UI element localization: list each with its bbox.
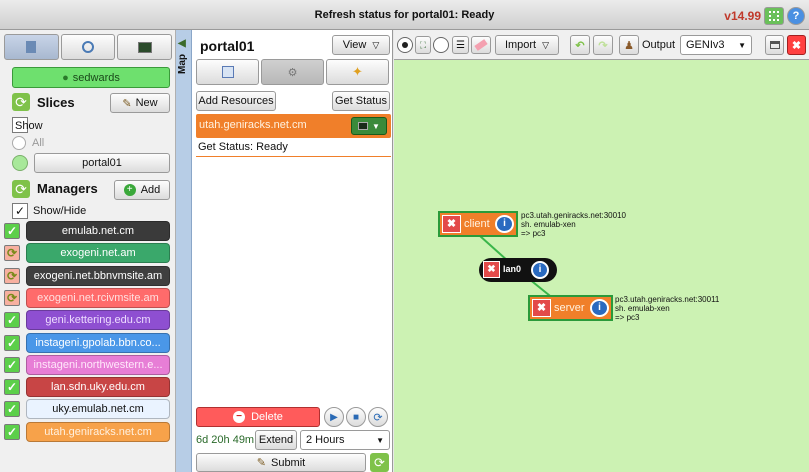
delete-node-icon[interactable]: ✖ (483, 261, 500, 278)
client-info: pc3.utah.geniracks.net:30010 sh. emulab-… (521, 211, 626, 238)
topology-links (479, 235, 566, 309)
client-node[interactable]: ✖ client i (438, 211, 518, 237)
lan-node[interactable]: ✖ lan0 i (479, 258, 557, 282)
client-label: client (464, 218, 490, 230)
server-label: server (554, 302, 585, 314)
lan-label: lan0 (503, 264, 522, 274)
delete-node-icon[interactable]: ✖ (442, 215, 461, 233)
server-info: pc3.utah.geniracks.net:30011 sh. emulab-… (615, 295, 720, 322)
server-node[interactable]: ✖ server i (528, 295, 613, 321)
info-icon[interactable]: i (495, 215, 514, 233)
info-icon[interactable]: i (531, 261, 549, 279)
info-icon[interactable]: i (590, 299, 609, 317)
delete-node-icon[interactable]: ✖ (532, 299, 551, 317)
